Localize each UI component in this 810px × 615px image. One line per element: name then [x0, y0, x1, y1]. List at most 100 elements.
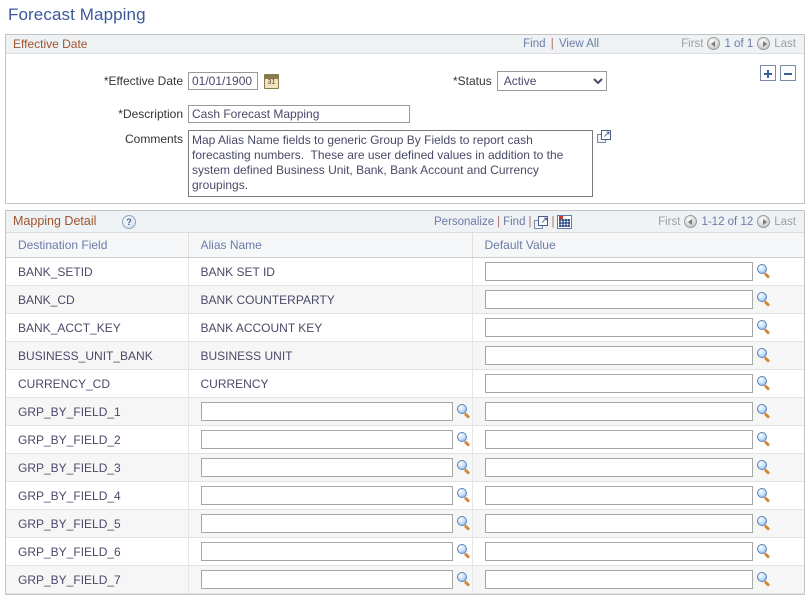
- status-select[interactable]: Active: [496, 71, 607, 91]
- alias-name-lookup-icon[interactable]: [456, 460, 472, 475]
- cell-alias-name: [188, 453, 473, 482]
- alias-name-input[interactable]: [200, 514, 453, 533]
- cell-destination-field: GRP_BY_FIELD_3: [6, 453, 189, 482]
- cell-alias-name: BANK COUNTERPARTY: [188, 285, 473, 314]
- grid-next-arrow-icon[interactable]: [757, 215, 771, 228]
- calendar-icon-text: 31: [267, 78, 276, 86]
- default-value-lookup-icon[interactable]: [756, 376, 772, 391]
- find-link[interactable]: Find: [523, 38, 545, 50]
- column-header-default-value[interactable]: Default Value: [472, 233, 804, 258]
- grid-nav-first-label[interactable]: First: [658, 216, 680, 228]
- effective-date-input[interactable]: [188, 72, 258, 90]
- table-row: GRP_BY_FIELD_6: [6, 537, 804, 566]
- table-row: BANK_CD BANK COUNTERPARTY: [6, 285, 804, 314]
- grid-toolbar: Personalize | Find | ↗ |: [434, 215, 573, 229]
- default-value-lookup-icon[interactable]: [756, 488, 772, 503]
- cell-destination-field: GRP_BY_FIELD_7: [6, 565, 189, 594]
- effective-date-label: *Effective Date: [103, 74, 183, 88]
- default-value-lookup-icon[interactable]: [756, 320, 772, 335]
- expand-comments-icon[interactable]: ↗: [597, 130, 611, 143]
- default-value-input[interactable]: [484, 346, 753, 365]
- cell-default-value: [472, 537, 804, 566]
- alias-name-lookup-icon[interactable]: [456, 432, 472, 447]
- alias-name-lookup-icon[interactable]: [456, 572, 472, 587]
- cell-default-value: [472, 425, 805, 454]
- default-value-input[interactable]: [484, 542, 753, 561]
- default-value-control: [484, 318, 805, 337]
- effective-date-row-nav: First 1 of 1 Last: [681, 37, 796, 50]
- alias-name-input[interactable]: [200, 486, 453, 505]
- cell-destination-field: GRP_BY_FIELD_2: [6, 425, 189, 454]
- nav-last-label[interactable]: Last: [774, 38, 796, 50]
- cell-alias-name: [188, 509, 473, 538]
- cell-destination-field: GRP_BY_FIELD_4: [6, 481, 189, 510]
- alias-name-lookup-icon[interactable]: [456, 488, 472, 503]
- default-value-input[interactable]: [484, 262, 753, 281]
- default-value-lookup-icon[interactable]: [756, 432, 772, 447]
- expand-grid-icon[interactable]: ↗: [534, 215, 549, 229]
- default-value-input[interactable]: [484, 458, 753, 477]
- default-value-lookup-icon[interactable]: [756, 264, 772, 279]
- alias-name-lookup-icon[interactable]: [456, 516, 472, 531]
- cell-destination-field: BANK_SETID: [6, 257, 189, 286]
- grid-previous-arrow-icon[interactable]: [684, 215, 698, 228]
- cell-default-value: [472, 397, 804, 426]
- alias-name-input[interactable]: [200, 430, 453, 449]
- grid-nav-last-label[interactable]: Last: [774, 216, 796, 228]
- default-value-control: [484, 374, 805, 393]
- default-value-input[interactable]: [484, 290, 753, 309]
- default-value-lookup-icon[interactable]: [756, 544, 772, 559]
- mapping-detail-table: Destination Field Alias Name Default Val…: [6, 233, 804, 594]
- calendar-icon[interactable]: 31: [264, 73, 279, 89]
- view-all-link[interactable]: View All: [559, 38, 599, 50]
- default-value-input[interactable]: [484, 570, 753, 589]
- alias-name-control: [200, 570, 472, 589]
- grid-find-link[interactable]: Find: [503, 216, 525, 228]
- add-row-button[interactable]: [760, 65, 776, 81]
- forecast-mapping-page: Forecast Mapping Effective Date Find | V…: [0, 0, 810, 615]
- default-value-control: [484, 486, 805, 505]
- next-row-arrow-icon[interactable]: [757, 37, 771, 50]
- default-value-control: [484, 430, 805, 449]
- default-value-lookup-icon[interactable]: [756, 404, 772, 419]
- alias-name-control: [200, 402, 472, 421]
- table-row: GRP_BY_FIELD_3: [6, 453, 805, 482]
- default-value-control: [484, 346, 805, 365]
- table-row: GRP_BY_FIELD_1: [6, 397, 804, 426]
- default-value-input[interactable]: [484, 514, 753, 533]
- cell-alias-name: [188, 565, 473, 594]
- default-value-lookup-icon[interactable]: [756, 572, 772, 587]
- default-value-input[interactable]: [484, 318, 753, 337]
- default-value-control: [484, 458, 805, 477]
- cell-default-value: [472, 369, 805, 398]
- default-value-lookup-icon[interactable]: [756, 516, 772, 531]
- default-value-lookup-icon[interactable]: [756, 460, 772, 475]
- default-value-lookup-icon[interactable]: [756, 348, 772, 363]
- delete-row-button[interactable]: [780, 65, 796, 81]
- alias-name-input[interactable]: [200, 542, 453, 561]
- alias-name-lookup-icon[interactable]: [456, 544, 472, 559]
- alias-name-input[interactable]: [200, 570, 453, 589]
- default-value-input[interactable]: [484, 374, 753, 393]
- description-input[interactable]: [188, 105, 410, 123]
- personalize-link[interactable]: Personalize: [434, 216, 494, 228]
- alias-name-lookup-icon[interactable]: [456, 404, 472, 419]
- download-grid-icon[interactable]: [557, 215, 573, 229]
- previous-row-arrow-icon[interactable]: [707, 37, 721, 50]
- default-value-input[interactable]: [484, 430, 753, 449]
- default-value-input[interactable]: [484, 402, 753, 421]
- default-value-input[interactable]: [484, 486, 753, 505]
- table-row: BUSINESS_UNIT_BANK BUSINESS UNIT: [6, 341, 805, 370]
- help-icon[interactable]: ?: [122, 215, 136, 229]
- nav-first-label[interactable]: First: [681, 38, 703, 50]
- default-value-lookup-icon[interactable]: [756, 292, 772, 307]
- alias-name-control: [200, 542, 472, 561]
- alias-name-input[interactable]: [200, 458, 453, 477]
- column-header-destination-field[interactable]: Destination Field: [6, 233, 189, 258]
- alias-name-input[interactable]: [200, 402, 453, 421]
- tool-separator-2: |: [528, 216, 532, 228]
- cell-destination-field: GRP_BY_FIELD_1: [6, 397, 189, 426]
- column-header-alias-name[interactable]: Alias Name: [188, 233, 473, 258]
- comments-textarea[interactable]: Map Alias Name fields to generic Group B…: [188, 130, 593, 197]
- effective-date-field-row: *Effective Date 31: [91, 72, 279, 90]
